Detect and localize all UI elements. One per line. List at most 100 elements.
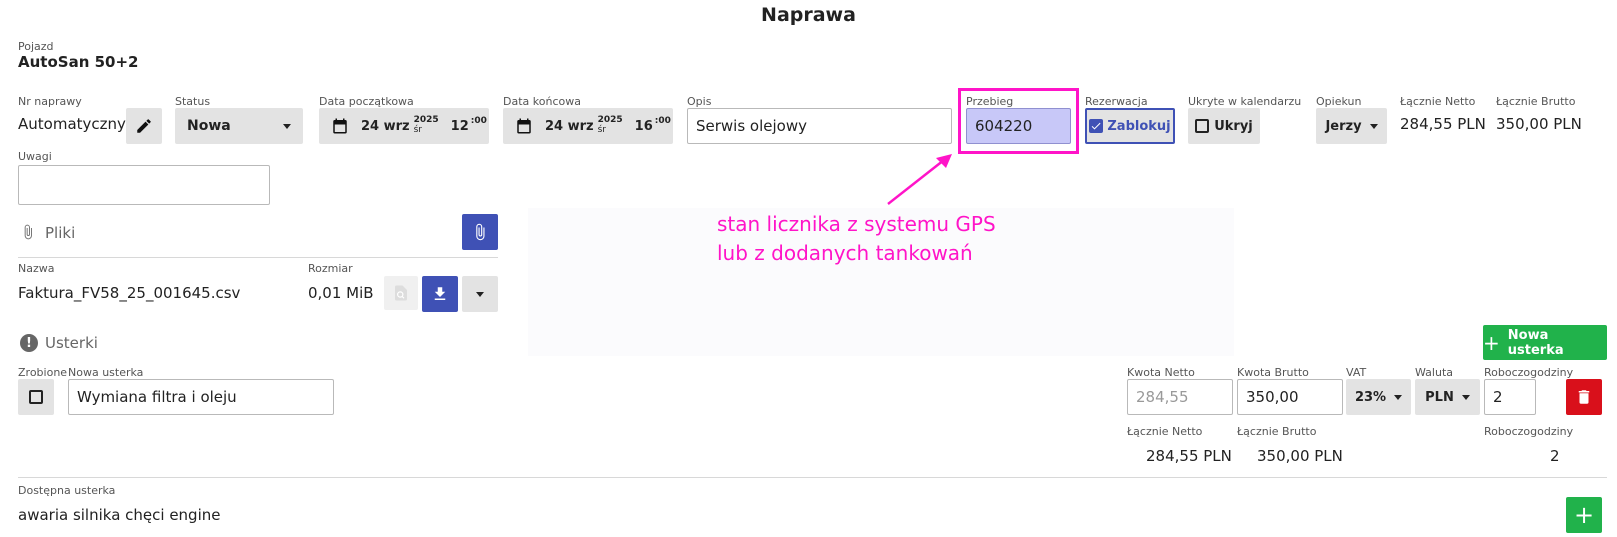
end-date-label: Data końcowa	[503, 95, 581, 108]
start-weekday: śr	[413, 125, 422, 135]
chevron-down-icon	[476, 291, 484, 297]
annotation-line-1: stan licznika z systemu GPS	[717, 212, 996, 236]
gross-amount-label: Kwota Brutto	[1237, 366, 1309, 379]
paperclip-icon	[476, 223, 485, 241]
annotation-text: stan licznika z systemu GPS lub z dodany…	[717, 210, 996, 268]
caretaker-label: Opiekun	[1316, 95, 1362, 108]
plus-icon: +	[1483, 330, 1500, 355]
download-icon	[434, 287, 446, 300]
end-hour: 16	[634, 118, 653, 134]
total-gross-label: Łącznie Brutto	[1496, 95, 1576, 108]
caretaker-value: Jerzy	[1325, 118, 1362, 134]
start-year: 2025	[413, 115, 439, 125]
new-defect-input[interactable]: Wymiana filtra i oleju	[68, 379, 334, 415]
checkbox-empty-icon	[29, 390, 43, 404]
mileage-input[interactable]: 604220	[966, 108, 1071, 144]
done-checkbox[interactable]	[18, 379, 54, 415]
currency-select[interactable]: PLN	[1415, 379, 1480, 415]
description-input[interactable]: Serwis olejowy	[687, 108, 952, 144]
currency-label: Waluta	[1415, 366, 1453, 379]
start-hour: 12	[450, 118, 469, 134]
alert-icon: !	[20, 334, 38, 352]
file-more-button[interactable]	[462, 276, 498, 312]
end-weekday: śr	[597, 125, 606, 135]
file-size-label: Rozmiar	[308, 262, 353, 275]
available-defect-value: awaria silnika chęci engine	[18, 506, 221, 524]
annotation-arrow-icon	[887, 154, 952, 205]
hidden-calendar-label: Ukryte w kalendarzu	[1188, 95, 1302, 108]
status-value: Nowa	[187, 118, 231, 134]
mileage-label: Przebieg	[966, 95, 1014, 108]
end-date-picker[interactable]: 24 wrz 2025 śr 16 :00	[503, 108, 673, 144]
calendar-icon	[333, 118, 347, 134]
reservation-label: Rezerwacja	[1085, 95, 1148, 108]
files-heading: Pliki	[45, 224, 76, 242]
new-defect-label: Nowa usterka	[1507, 327, 1564, 358]
defects-heading: Usterki	[45, 334, 98, 352]
hours-label: Roboczogodziny	[1484, 366, 1574, 379]
total-gross-value: 350,00 PLN	[1496, 115, 1582, 133]
chevron-down-icon	[1394, 394, 1403, 400]
trash-icon	[1578, 390, 1590, 404]
calendar-icon	[517, 118, 531, 134]
vat-value: 23%	[1354, 389, 1387, 405]
new-defect-field-label: Nowa usterka	[68, 366, 144, 379]
preview-file-button[interactable]	[384, 276, 418, 310]
vat-label: VAT	[1346, 366, 1367, 379]
caretaker-select[interactable]: Jerzy	[1316, 108, 1387, 144]
repair-number-label: Nr naprawy	[18, 95, 82, 108]
sum-gross-label: Łącznie Brutto	[1237, 425, 1317, 438]
vat-select[interactable]: 23%	[1346, 379, 1411, 415]
checkbox-empty-icon	[1195, 119, 1210, 133]
file-size: 0,01 MiB	[308, 284, 374, 302]
hours-input[interactable]: 2	[1484, 379, 1536, 415]
chevron-down-icon	[1461, 394, 1470, 400]
total-net-label: Łącznie Netto	[1400, 95, 1476, 108]
attach-file-button[interactable]	[462, 214, 498, 250]
file-name: Faktura_FV58_25_001645.csv	[18, 284, 241, 302]
hide-in-calendar-toggle[interactable]: Ukryj	[1188, 108, 1260, 144]
start-date-label: Data początkowa	[319, 95, 414, 108]
plus-icon: +	[1573, 501, 1595, 529]
sum-net-label: Łącznie Netto	[1127, 425, 1203, 438]
sum-hours-label: Roboczogodziny	[1484, 425, 1574, 438]
file-name-label: Nazwa	[18, 262, 55, 275]
checkbox-checked-icon	[1089, 119, 1104, 133]
file-search-icon	[395, 285, 407, 301]
chevron-down-icon	[283, 123, 291, 129]
description-label: Opis	[687, 95, 712, 108]
repair-number-value: Automatyczny	[18, 115, 126, 133]
delete-defect-button[interactable]	[1566, 379, 1602, 415]
sum-hours-value: 2	[1550, 447, 1560, 465]
edit-repair-number-button[interactable]	[126, 108, 162, 144]
currency-value: PLN	[1425, 389, 1454, 405]
paperclip-icon	[24, 224, 32, 240]
files-divider	[18, 257, 498, 258]
vehicle-value: AutoSan 50+2	[18, 53, 139, 71]
gross-amount-input[interactable]: 350,00	[1237, 379, 1343, 415]
net-amount-label: Kwota Netto	[1127, 366, 1195, 379]
net-amount-input[interactable]: 284,55	[1127, 379, 1233, 415]
pencil-icon	[137, 119, 151, 133]
start-date-picker[interactable]: 24 wrz 2025 śr 12 :00	[319, 108, 489, 144]
chevron-down-icon	[1369, 123, 1378, 129]
available-defect-label: Dostępna usterka	[18, 484, 116, 497]
download-file-button[interactable]	[422, 276, 458, 312]
add-available-defect-button[interactable]: +	[1566, 497, 1602, 533]
sum-gross-value: 350,00 PLN	[1257, 447, 1343, 465]
annotation-line-2: lub z dodanych tankowań	[717, 241, 973, 265]
end-year: 2025	[597, 115, 623, 125]
notes-label: Uwagi	[18, 150, 52, 163]
start-day: 24 wrz	[361, 118, 410, 134]
status-label: Status	[175, 95, 211, 108]
end-day: 24 wrz	[545, 118, 594, 134]
new-defect-button[interactable]: + Nowa usterka	[1483, 325, 1607, 360]
vehicle-label: Pojazd	[18, 40, 54, 53]
end-minute: 00	[658, 116, 671, 126]
defects-divider	[18, 477, 1607, 478]
status-select[interactable]: Nowa	[175, 108, 303, 144]
done-label: Zrobione	[18, 366, 68, 379]
hidden-value: Ukryj	[1214, 118, 1253, 134]
reservation-toggle[interactable]: Zablokuj	[1085, 108, 1175, 144]
notes-textarea[interactable]	[18, 165, 270, 205]
